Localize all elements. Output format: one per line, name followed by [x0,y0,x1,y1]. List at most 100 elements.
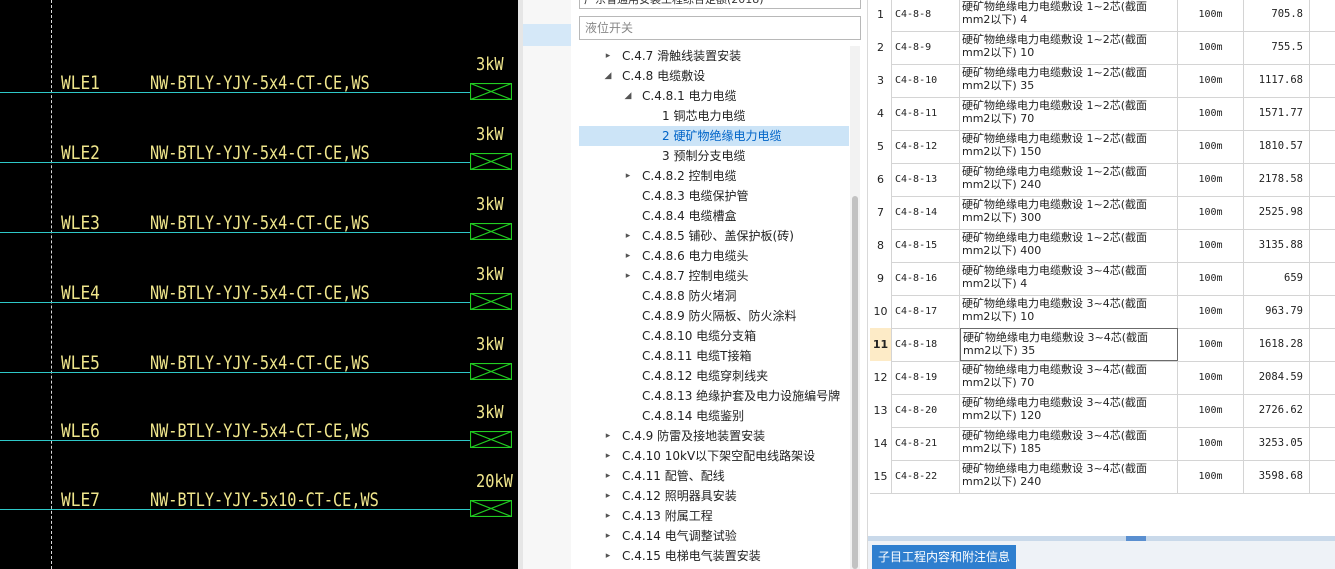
quota-unit[interactable]: 100m [1178,97,1244,130]
table-row[interactable]: 12 C4-8-19 硬矿物绝缘电力电缆敷设 3~4芯(截面 mm2以下) 70 100… [870,361,1335,395]
quota-code[interactable]: C4-8-10 [892,64,960,97]
quota-code[interactable]: C4-8-18 [892,328,960,361]
row-index[interactable]: 4 [870,97,892,130]
extra-cell[interactable] [1310,97,1335,130]
cad-circuit-row[interactable]: WLE5 NW-BTLY-YJY-5x4-CT-CE,WS 3kW [0,334,518,390]
quota-name[interactable]: 硬矿物绝缘电力电缆敷设 3~4芯(截面 mm2以下) 10 [960,295,1178,328]
quota-price[interactable]: 2178.58 [1244,163,1310,196]
quota-price[interactable]: 2726.62 [1244,394,1310,427]
tree-node[interactable]: C.4.8.8 防火堵洞 [579,286,849,306]
quota-price[interactable]: 2084.59 [1244,361,1310,394]
expand-arrow-icon[interactable]: ▸ [603,486,613,506]
quota-unit[interactable]: 100m [1178,427,1244,460]
tree-node[interactable]: C.4.8.9 防火隔板、防火涂料 [579,306,849,326]
tree-node[interactable]: ▸ C.4.7 滑触线装置安装 [579,46,849,66]
row-index[interactable]: 8 [870,229,892,262]
table-row[interactable]: 1 C4-8-8 硬矿物绝缘电力电缆敷设 1~2芯(截面 mm2以下) 4 100m 70… [870,0,1335,32]
quota-code[interactable]: C4-8-14 [892,196,960,229]
quota-price[interactable]: 1117.68 [1244,64,1310,97]
cad-circuit-row[interactable]: WLE7 NW-BTLY-YJY-5x10-CT-CE,WS 20kW [0,471,518,527]
tree-node[interactable]: ◢ C.4.8 电缆敷设 [579,66,849,86]
quota-unit[interactable]: 100m [1178,460,1244,493]
extra-cell[interactable] [1310,295,1335,328]
collapse-arrow-icon[interactable]: ◢ [623,86,633,106]
quota-code[interactable]: C4-8-9 [892,31,960,64]
extra-cell[interactable] [1310,394,1335,427]
tree-node[interactable]: ▸ C.4.8.2 控制电缆 [579,166,849,186]
quota-price[interactable]: 659 [1244,262,1310,295]
quota-unit[interactable]: 100m [1178,130,1244,163]
quota-unit[interactable]: 100m [1178,0,1244,31]
tab-item-content-notes[interactable]: 子目工程内容和附注信息 [872,545,1017,569]
quota-price[interactable]: 755.5 [1244,31,1310,64]
quota-unit[interactable]: 100m [1178,196,1244,229]
quota-name[interactable]: 硬矿物绝缘电力电缆敷设 3~4芯(截面 mm2以下) 35 [960,328,1178,361]
table-row[interactable]: 13 C4-8-20 硬矿物绝缘电力电缆敷设 3~4芯(截面 mm2以下) 120 10… [870,394,1335,428]
row-index[interactable]: 6 [870,163,892,196]
tree-node[interactable]: ▸ C.4.13 附属工程 [579,506,849,526]
row-index[interactable]: 2 [870,31,892,64]
expand-arrow-icon[interactable]: ▸ [603,426,613,446]
extra-cell[interactable] [1310,262,1335,295]
table-row[interactable]: 9 C4-8-16 硬矿物绝缘电力电缆敷设 3~4芯(截面 mm2以下) 4 100m 6… [870,262,1335,296]
tree-node[interactable]: C.4.8.3 电缆保护管 [579,186,849,206]
row-index[interactable]: 11 [870,328,892,361]
quota-unit[interactable]: 100m [1178,163,1244,196]
table-row[interactable]: 6 C4-8-13 硬矿物绝缘电力电缆敷设 1~2芯(截面 mm2以下) 240 100… [870,163,1335,197]
table-row[interactable]: 5 C4-8-12 硬矿物绝缘电力电缆敷设 1~2芯(截面 mm2以下) 150 100… [870,130,1335,164]
extra-cell[interactable] [1310,361,1335,394]
tree-node[interactable]: ▸ C.4.10 10kV以下架空配电线路架设 [579,446,849,466]
expand-arrow-icon[interactable]: ▸ [623,166,633,186]
quota-price[interactable]: 963.79 [1244,295,1310,328]
quota-unit[interactable]: 100m [1178,295,1244,328]
row-index[interactable]: 12 [870,361,892,394]
tree-node[interactable]: C.4.8.11 电缆T接箱 [579,346,849,366]
row-index[interactable]: 1 [870,0,892,31]
extra-cell[interactable] [1310,328,1335,361]
tree-node[interactable]: ▸ C.4.12 照明器具安装 [579,486,849,506]
quota-library-selector[interactable]: 广东省通用安装工程综合定额(2018) [579,0,861,9]
tree-node[interactable]: ▸ C.4.8.5 铺砂、盖保护板(砖) [579,226,849,246]
cad-circuit-row[interactable]: WLE2 NW-BTLY-YJY-5x4-CT-CE,WS 3kW [0,124,518,180]
tree-node[interactable]: 3 预制分支电缆 [579,146,849,166]
extra-cell[interactable] [1310,196,1335,229]
quota-price[interactable]: 3135.88 [1244,229,1310,262]
quota-price[interactable]: 1571.77 [1244,97,1310,130]
quota-name[interactable]: 硬矿物绝缘电力电缆敷设 3~4芯(截面 mm2以下) 120 [960,394,1178,427]
quota-name[interactable]: 硬矿物绝缘电力电缆敷设 3~4芯(截面 mm2以下) 240 [960,460,1178,493]
quota-name[interactable]: 硬矿物绝缘电力电缆敷设 1~2芯(截面 mm2以下) 10 [960,31,1178,64]
quota-name[interactable]: 硬矿物绝缘电力电缆敷设 1~2芯(截面 mm2以下) 300 [960,196,1178,229]
extra-cell[interactable] [1310,130,1335,163]
extra-cell[interactable] [1310,0,1335,31]
tree-search-input[interactable] [579,16,861,40]
quota-price[interactable]: 1618.28 [1244,328,1310,361]
quota-code[interactable]: C4-8-15 [892,229,960,262]
quota-code[interactable]: C4-8-16 [892,262,960,295]
quota-code[interactable]: C4-8-20 [892,394,960,427]
tree-scrollbar[interactable] [850,46,860,569]
expand-arrow-icon[interactable]: ▸ [603,506,613,526]
quota-unit[interactable]: 100m [1178,361,1244,394]
cad-circuit-row[interactable]: WLE3 NW-BTLY-YJY-5x4-CT-CE,WS 3kW [0,194,518,250]
cad-circuit-row[interactable]: WLE4 NW-BTLY-YJY-5x4-CT-CE,WS 3kW [0,264,518,320]
cad-circuit-row[interactable]: WLE1 NW-BTLY-YJY-5x4-CT-CE,WS 3kW [0,54,518,110]
table-row[interactable]: 8 C4-8-15 硬矿物绝缘电力电缆敷设 1~2芯(截面 mm2以下) 400 100… [870,229,1335,263]
tree-node[interactable]: C.4.8.13 绝缘护套及电力设施编号牌 [579,386,849,406]
table-row[interactable]: 4 C4-8-11 硬矿物绝缘电力电缆敷设 1~2芯(截面 mm2以下) 70 100m… [870,97,1335,131]
quota-code[interactable]: C4-8-19 [892,361,960,394]
expand-arrow-icon[interactable]: ▸ [603,46,613,66]
row-index[interactable]: 14 [870,427,892,460]
row-index[interactable]: 3 [870,64,892,97]
quota-name[interactable]: 硬矿物绝缘电力电缆敷设 1~2芯(截面 mm2以下) 70 [960,97,1178,130]
row-index[interactable]: 13 [870,394,892,427]
quota-price[interactable]: 705.8 [1244,0,1310,31]
extra-cell[interactable] [1310,163,1335,196]
quota-code[interactable]: C4-8-22 [892,460,960,493]
collapse-arrow-icon[interactable]: ◢ [603,66,613,86]
tree-node[interactable]: ▸ C.4.11 配管、配线 [579,466,849,486]
tree-node[interactable]: 1 铜芯电力电缆 [579,106,849,126]
quota-unit[interactable]: 100m [1178,64,1244,97]
quota-unit[interactable]: 100m [1178,229,1244,262]
row-index[interactable]: 15 [870,460,892,493]
cad-drawing-panel[interactable]: WLE1 NW-BTLY-YJY-5x4-CT-CE,WS 3kW WLE2 NW-BT… [0,0,518,569]
